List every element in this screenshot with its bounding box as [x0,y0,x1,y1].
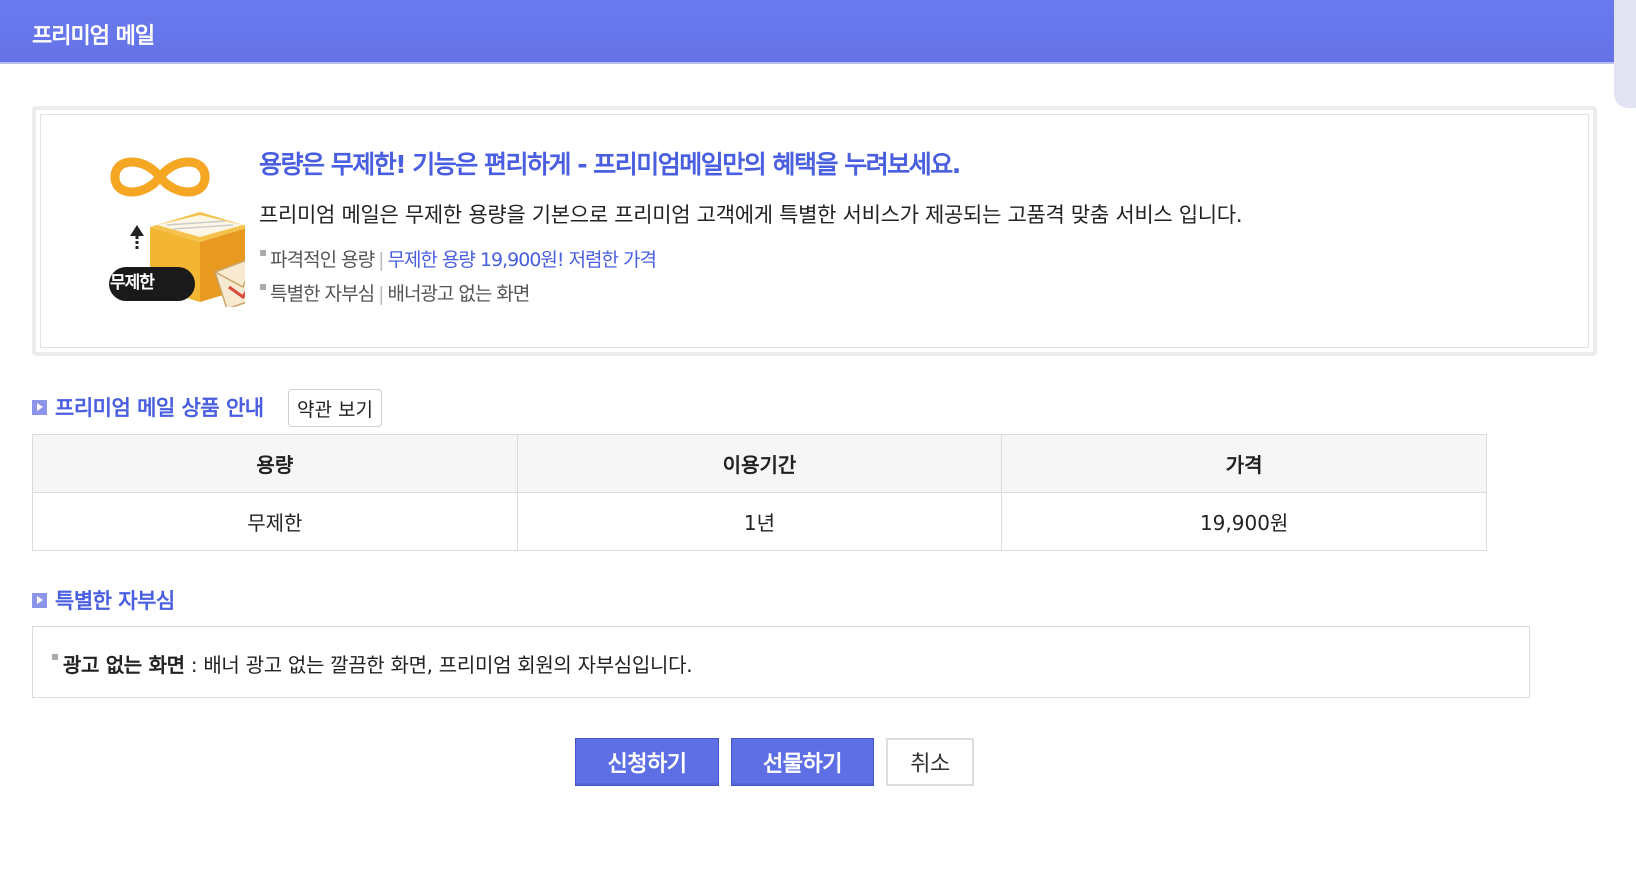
cancel-button[interactable]: 취소 [886,738,974,786]
scrollbar-tab[interactable] [1614,0,1636,108]
section-arrow-icon [32,592,47,608]
column-header-price: 가격 [1001,434,1487,493]
cell-period: 1년 [516,492,1003,551]
pride-item-title: 광고 없는 화면 [62,653,185,677]
benefit-item-pride: ▪ 특별한 자부심 | 배너광고 없는 화면 [259,279,530,306]
pride-notice-box: ▪ 광고 없는 화면 : 배너 광고 없는 깔끔한 화면, 프리미엄 회원의 자부… [32,626,1530,698]
bullet-icon: ▪ [259,245,267,259]
unlimited-badge-text: 무제한 [110,273,155,293]
promo-description: 프리미엄 메일은 무제한 용량을 기본으로 프리미엄 고객에게 특별한 서비스가… [259,203,1243,227]
column-header-period: 이용기간 [516,434,1003,493]
product-section-heading: 프리미엄 메일 상품 안내 [32,392,264,422]
pride-notice-line: ▪ 광고 없는 화면 : 배너 광고 없는 깔끔한 화면, 프리미엄 회원의 자부… [51,649,693,678]
gift-button[interactable]: 선물하기 [731,738,874,786]
table-header-row: 용량 이용기간 가격 [32,434,1487,493]
promo-inner: 무제한 용량은 무제한! 기능은 편리하게 - 프리미엄메일만의 혜택을 누려보… [40,114,1589,348]
column-header-capacity: 용량 [32,434,518,493]
view-terms-button[interactable]: 약관 보기 [288,389,382,427]
section-arrow-icon [32,399,47,415]
cell-capacity: 무제한 [32,492,518,551]
bullet-icon: ▪ [51,649,59,663]
divider: | [378,249,384,271]
bullet-icon: ▪ [259,279,267,293]
benefit-label: 파격적인 용량 [270,249,375,271]
pride-section-title: 특별한 자부심 [55,589,175,613]
promo-headline: 용량은 무제한! 기능은 편리하게 - 프리미엄메일만의 혜택을 누려보세요. [259,150,961,179]
benefit-label: 특별한 자부심 [270,283,375,305]
page-header: 프리미엄 메일 [0,0,1636,64]
product-table: 용량 이용기간 가격 무제한 1년 19,900원 [32,434,1487,551]
promo-banner: 무제한 용량은 무제한! 기능은 편리하게 - 프리미엄메일만의 혜택을 누려보… [32,106,1597,356]
divider: | [378,283,384,305]
table-row: 무제한 1년 19,900원 [32,492,1487,551]
product-section-title: 프리미엄 메일 상품 안내 [55,396,264,420]
cell-price: 19,900원 [1001,492,1487,551]
benefit-item-capacity: ▪ 파격적인 용량 | 무제한 용량 19,900원! 저렴한 가격 [259,245,657,272]
page-title: 프리미엄 메일 [32,24,155,49]
benefit-detail: 배너광고 없는 화면 [387,283,530,305]
benefit-detail: 무제한 용량 19,900원! 저렴한 가격 [387,249,657,271]
apply-button[interactable]: 신청하기 [575,738,719,786]
pride-item-text: : 배너 광고 없는 깔끔한 화면, 프리미엄 회원의 자부심입니다. [184,653,693,677]
pride-section-heading: 특별한 자부심 [32,585,175,615]
